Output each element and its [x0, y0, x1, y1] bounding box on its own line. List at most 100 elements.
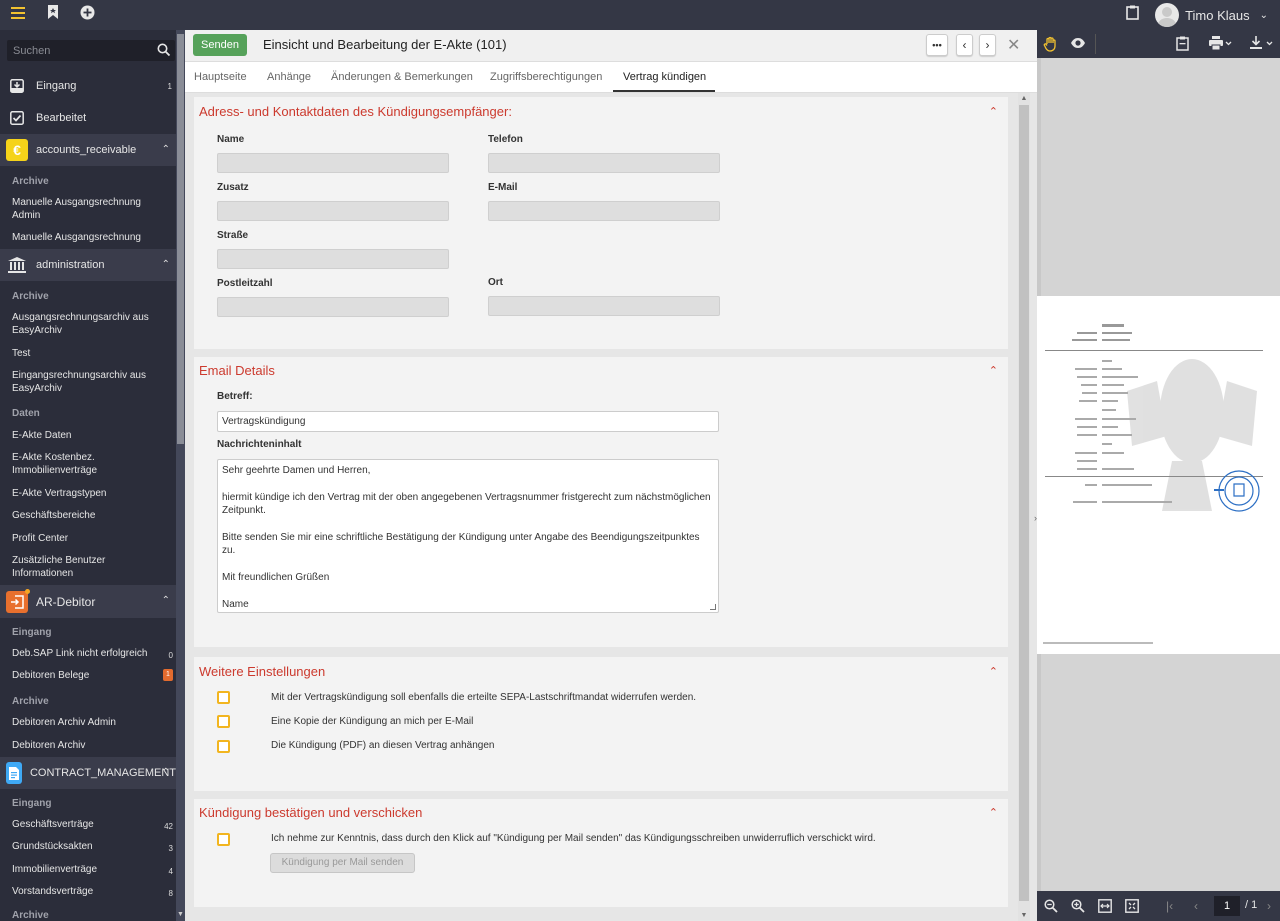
subject-input[interactable]: Vertragskündigung [217, 411, 719, 432]
user-menu[interactable]: Timo Klaus ⌄ [1155, 2, 1268, 28]
section-title: Archive [12, 696, 49, 707]
toolbar-divider [1095, 34, 1096, 54]
checkbox-label: Eine Kopie der Kündigung an mich per E-M… [271, 716, 474, 727]
scroll-down-arrow-icon[interactable]: ▼ [1018, 912, 1030, 919]
previous-page-icon[interactable]: ‹ [1194, 899, 1198, 913]
group-title: accounts_receivable [36, 144, 137, 156]
chevron-up-icon[interactable]: ⌃ [989, 665, 998, 678]
sidebar-item-label: Geschäftsverträge [12, 819, 94, 830]
tab-zugriffsberechtigungen[interactable]: Zugriffsberechtigungen [490, 71, 602, 83]
clipboard-icon[interactable] [1122, 5, 1142, 25]
section-title: Eingang [12, 798, 52, 809]
previous-button[interactable]: ‹ [956, 34, 973, 56]
sidebar-group-ar-debitor[interactable]: AR-Debitor ⌃ [0, 585, 176, 618]
field-label: Zusatz [217, 182, 249, 193]
sidebar-item[interactable]: Deb.SAP Link nicht erfolgreich 0 [12, 647, 173, 660]
more-options-button[interactable]: ••• [926, 34, 948, 56]
next-page-icon[interactable]: › [1267, 899, 1271, 913]
zoom-in-icon[interactable] [1071, 899, 1085, 916]
email-field[interactable] [488, 201, 720, 221]
send-button[interactable]: Senden [193, 34, 247, 56]
sidebar-item-bearbeitet[interactable]: Bearbeitet [0, 103, 176, 133]
euro-icon: € [6, 139, 28, 161]
scrollbar-thumb[interactable] [1019, 105, 1029, 901]
hand-icon[interactable] [1043, 36, 1059, 55]
sidebar-item[interactable]: Manuelle Ausgangsrechnung [12, 231, 167, 244]
clipboard-icon[interactable] [1176, 36, 1189, 54]
sidebar-item[interactable]: E-Akte Daten [12, 429, 167, 442]
sidebar-item[interactable]: Ausgangsrechnungsarchiv aus EasyArchiv [12, 311, 167, 337]
tab-aenderungen[interactable]: Änderungen & Bemerkungen [331, 71, 473, 83]
print-icon[interactable] [1209, 36, 1233, 53]
postleitzahl-field[interactable] [217, 297, 449, 317]
sidebar-item[interactable]: Debitoren Archiv Admin [12, 716, 167, 729]
sidebar-group-administration[interactable]: administration ⌃ [0, 249, 176, 281]
strasse-field[interactable] [217, 249, 449, 269]
main-scrollbar[interactable]: ▲ ▼ [1018, 93, 1030, 921]
search-input[interactable] [7, 40, 152, 61]
sidebar-item[interactable]: Debitoren Archiv [12, 739, 167, 752]
plus-circle-icon[interactable] [77, 5, 97, 25]
chevron-up-icon[interactable]: ⌃ [989, 364, 998, 377]
chevron-up-icon[interactable]: ⌃ [989, 105, 998, 118]
sidebar-item[interactable]: Manuelle Ausgangsrechnung Admin [12, 196, 167, 222]
document-header: Senden Einsicht und Bearbeitung der E-Ak… [185, 30, 1037, 62]
sidebar: Eingang 1 Bearbeitet € accounts_receivab… [0, 30, 185, 921]
tab-anhaenge[interactable]: Anhänge [267, 71, 311, 83]
chevron-up-icon[interactable]: ⌃ [989, 806, 998, 819]
close-icon[interactable]: ✕ [1007, 35, 1020, 55]
sidebar-item[interactable]: Geschäftsverträge 42 [12, 818, 173, 831]
sidebar-item[interactable]: Vorstandsverträge 8 [12, 885, 173, 898]
fit-page-icon[interactable] [1125, 899, 1139, 916]
fit-width-icon[interactable] [1098, 899, 1112, 916]
hamburger-icon[interactable] [8, 5, 28, 25]
next-button[interactable]: › [979, 34, 996, 56]
copy-by-email-checkbox[interactable] [217, 715, 230, 728]
eye-icon[interactable] [1070, 36, 1086, 52]
user-name: Timo Klaus [1185, 7, 1250, 23]
address-panel: Adress- und Kontaktdaten des Kündigungse… [194, 97, 1008, 349]
bookmark-icon[interactable] [43, 5, 63, 25]
tab-hauptseite[interactable]: Hauptseite [194, 71, 247, 83]
sepa-revoke-checkbox[interactable] [217, 691, 230, 704]
sidebar-scrollbar[interactable]: ▼ [176, 30, 185, 921]
settings-panel: Weitere Einstellungen ⌃ Mit der Vertrags… [194, 657, 1008, 791]
sidebar-item[interactable]: Grundstücksakten 3 [12, 840, 173, 853]
send-termination-button[interactable]: Kündigung per Mail senden [270, 853, 415, 873]
zoom-out-icon[interactable] [1044, 899, 1058, 916]
scroll-down-arrow-icon[interactable]: ▼ [177, 911, 184, 919]
resize-handle-icon[interactable] [710, 604, 716, 610]
sidebar-item-eingang[interactable]: Eingang 1 [0, 71, 176, 101]
field-label: Postleitzahl [217, 278, 273, 289]
scrollbar-thumb[interactable] [177, 34, 184, 444]
sidebar-item[interactable]: Immobilienverträge 4 [12, 863, 173, 876]
acknowledge-checkbox[interactable] [217, 833, 230, 846]
zusatz-field[interactable] [217, 201, 449, 221]
document-preview[interactable] [1037, 296, 1280, 654]
sidebar-item[interactable]: E-Akte Kostenbez. Immobilienverträge [12, 451, 167, 477]
section-title: Archive [12, 291, 49, 302]
search-icon[interactable] [157, 43, 171, 57]
ort-field[interactable] [488, 296, 720, 316]
sidebar-item[interactable]: Test [12, 347, 167, 360]
document-page-image [1043, 324, 1263, 644]
name-field[interactable] [217, 153, 449, 173]
scroll-up-arrow-icon[interactable]: ▲ [1018, 95, 1030, 102]
sidebar-item[interactable]: Debitoren Belege 1 [12, 669, 173, 682]
sidebar-item[interactable]: Geschäftsbereiche [12, 509, 167, 522]
telefon-field[interactable] [488, 153, 720, 173]
tab-vertrag-kuendigen[interactable]: Vertrag kündigen [623, 71, 706, 83]
item-count-badge: 1 [163, 669, 173, 681]
sidebar-item[interactable]: E-Akte Vertragstypen [12, 487, 167, 500]
sidebar-group-contract-management[interactable]: CONTRACT_MANAGEMENT ⌃ [0, 757, 176, 789]
sidebar-group-accounts-receivable[interactable]: € accounts_receivable ⌃ [0, 134, 176, 166]
message-body-textarea[interactable]: Sehr geehrte Damen und Herren, hiermit k… [217, 459, 719, 613]
first-page-icon[interactable]: |‹ [1166, 899, 1173, 913]
download-icon[interactable] [1250, 36, 1276, 53]
sidebar-item[interactable]: Eingangsrechnungsarchiv aus EasyArchiv [12, 369, 167, 395]
sidebar-item[interactable]: Profit Center [12, 532, 167, 545]
page-number-input[interactable]: 1 [1214, 896, 1240, 916]
attach-pdf-checkbox[interactable] [217, 740, 230, 753]
sidebar-item[interactable]: Zusätzliche Benutzer Informationen [12, 554, 167, 580]
sidebar-item-label: Eingang [36, 80, 77, 92]
